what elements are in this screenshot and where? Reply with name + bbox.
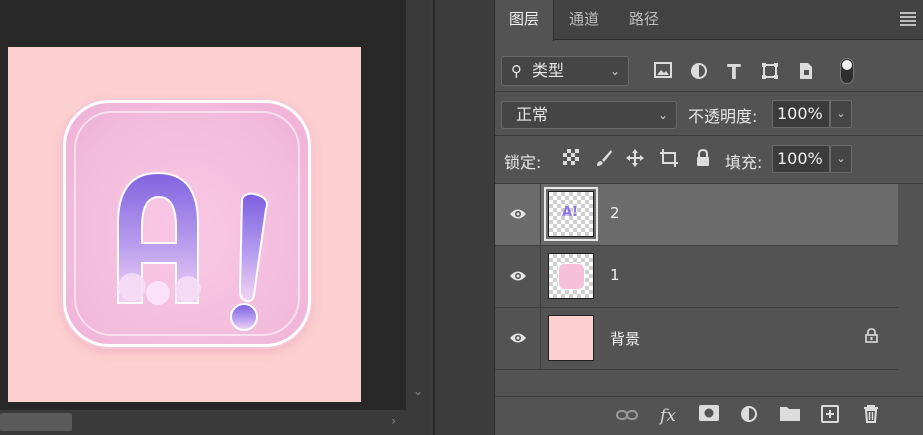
canvas-horizontal-scrollbar[interactable]: ›: [0, 410, 406, 435]
scroll-down-icon[interactable]: ⌄: [413, 384, 423, 398]
panel-menu-icon[interactable]: [900, 12, 916, 26]
layer-thumbnail[interactable]: A!: [544, 187, 598, 241]
lock-position-icon[interactable]: [625, 149, 645, 169]
image-filter-icon[interactable]: [653, 62, 673, 82]
document-canvas[interactable]: [8, 47, 361, 402]
layer-row-2[interactable]: A! 2: [495, 184, 898, 246]
filter-kind-select[interactable]: ⚲ 类型 ⌄: [501, 56, 629, 86]
chevron-down-icon: ⌄: [657, 108, 668, 122]
horizontal-scroll-thumb[interactable]: [0, 413, 72, 431]
layer-lock-icon[interactable]: [865, 328, 878, 347]
layers-list-scrollbar[interactable]: [898, 184, 923, 396]
fx-icon[interactable]: fx: [657, 405, 679, 427]
blend-row: 正常 ⌄ 不透明度: 100% ⌄: [495, 92, 923, 136]
opacity-input[interactable]: 100%: [772, 100, 830, 128]
thumbnail-tile-shape: [558, 263, 585, 290]
new-adjustment-icon[interactable]: [738, 405, 760, 427]
new-layer-icon[interactable]: [819, 405, 841, 427]
layer-name[interactable]: 2: [610, 204, 620, 222]
tab-layers[interactable]: 图层: [495, 0, 555, 41]
adjustment-filter-icon[interactable]: [689, 62, 709, 82]
opacity-label: 不透明度:: [688, 107, 758, 126]
lock-row: 锁定: 填充: 100% ⌄: [495, 136, 923, 184]
delete-layer-icon[interactable]: [860, 405, 882, 427]
fill-label: 填充:: [725, 153, 763, 172]
blend-mode-value: 正常: [516, 105, 549, 124]
chevron-down-icon: ⌄: [609, 64, 620, 78]
layers-bottom-bar: fx: [495, 396, 923, 435]
filter-toggle[interactable]: [840, 58, 854, 84]
lock-artboard-icon[interactable]: [659, 149, 679, 169]
panel-tabs: 图层 通道 路径: [495, 0, 923, 41]
smart-object-filter-icon[interactable]: [796, 62, 816, 82]
fill-input[interactable]: 100%: [772, 145, 830, 173]
layer-thumbnail[interactable]: [548, 253, 594, 299]
app-icon-artwork: [63, 100, 311, 347]
layer-name[interactable]: 1: [610, 266, 620, 284]
add-mask-icon[interactable]: [698, 405, 720, 427]
tab-paths[interactable]: 路径: [615, 0, 673, 40]
fill-dropdown-icon[interactable]: ⌄: [830, 145, 852, 173]
artwork-letters: [117, 171, 268, 331]
lock-image-icon[interactable]: [594, 149, 614, 169]
blend-mode-select[interactable]: 正常 ⌄: [501, 101, 677, 129]
visibility-toggle[interactable]: [495, 184, 541, 245]
opacity-dropdown-icon[interactable]: ⌄: [830, 100, 852, 128]
layer-thumbnail[interactable]: [548, 315, 594, 361]
canvas-vertical-scrollbar[interactable]: ⌄: [406, 0, 429, 410]
lock-all-icon[interactable]: [693, 148, 713, 169]
scrollbar-corner: [406, 410, 429, 435]
new-group-icon[interactable]: [779, 405, 801, 427]
search-icon: ⚲: [511, 62, 522, 80]
scroll-right-icon[interactable]: ›: [391, 414, 396, 428]
type-filter-icon[interactable]: T: [724, 62, 744, 82]
lock-transparent-icon[interactable]: [561, 149, 581, 169]
lock-label: 锁定:: [504, 153, 542, 172]
layer-name[interactable]: 背景: [610, 328, 640, 349]
thumbnail-artwork-text: A!: [562, 205, 578, 220]
layer-row-1[interactable]: 1: [495, 246, 898, 308]
visibility-toggle[interactable]: [495, 308, 541, 369]
layers-list: A! 2 1 背景: [495, 184, 898, 396]
filter-kind-label: 类型: [532, 61, 565, 80]
layer-filter-row: ⚲ 类型 ⌄ T: [495, 46, 923, 92]
panel-gutter: [429, 0, 494, 435]
layers-panel: 图层 通道 路径 ⚲ 类型 ⌄ T 正常 ⌄ 不透明度: 100% ⌄ 锁定: …: [494, 0, 923, 435]
link-layers-icon[interactable]: [616, 405, 638, 427]
eye-icon: [510, 333, 526, 343]
shape-filter-icon[interactable]: [760, 62, 780, 82]
eye-icon: [510, 209, 526, 219]
eye-icon: [510, 271, 526, 281]
visibility-toggle[interactable]: [495, 246, 541, 307]
panel-divider[interactable]: [433, 0, 435, 435]
layer-row-background[interactable]: 背景: [495, 308, 898, 370]
tab-channels[interactable]: 通道: [555, 0, 613, 40]
canvas-area[interactable]: [0, 0, 406, 410]
